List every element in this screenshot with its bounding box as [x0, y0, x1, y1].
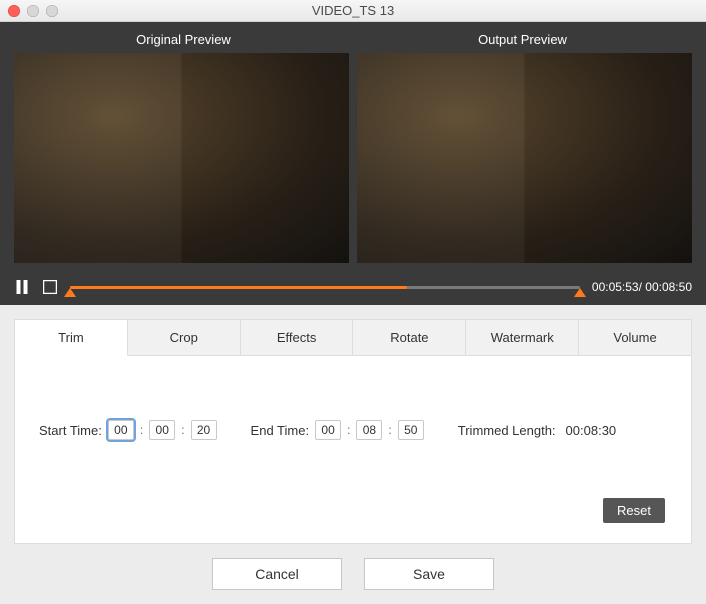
tab-effects[interactable]: Effects: [241, 320, 354, 355]
colon: :: [388, 423, 391, 437]
start-time-group: Start Time: : :: [39, 420, 217, 440]
dialog-buttons: Cancel Save: [0, 558, 706, 604]
minimize-window-button[interactable]: [27, 5, 39, 17]
zoom-window-button[interactable]: [46, 5, 58, 17]
start-hh-input[interactable]: [108, 420, 134, 440]
playback-timecode: 00:05:53/ 00:08:50: [592, 280, 692, 294]
end-ss-input[interactable]: [398, 420, 424, 440]
output-preview-video[interactable]: [357, 53, 692, 263]
original-preview-label: Original Preview: [14, 32, 353, 53]
original-preview-video[interactable]: [14, 53, 349, 263]
cancel-button[interactable]: Cancel: [212, 558, 342, 590]
slider-start-handle[interactable]: [64, 288, 76, 297]
trimmed-length-group: Trimmed Length: 00:08:30: [458, 423, 616, 438]
end-mm-input[interactable]: [356, 420, 382, 440]
trim-slider[interactable]: [70, 277, 580, 297]
tab-watermark[interactable]: Watermark: [466, 320, 579, 355]
window-controls: [0, 5, 58, 17]
window-title: VIDEO_TS 13: [0, 3, 706, 18]
end-time-label: End Time:: [251, 423, 310, 438]
tab-volume[interactable]: Volume: [579, 320, 691, 355]
window-titlebar: VIDEO_TS 13: [0, 0, 706, 22]
tab-trim[interactable]: Trim: [15, 320, 128, 356]
editor-tabs: TrimCropEffectsRotateWatermarkVolume: [15, 320, 691, 356]
end-hh-input[interactable]: [315, 420, 341, 440]
save-button[interactable]: Save: [364, 558, 494, 590]
start-ss-input[interactable]: [191, 420, 217, 440]
preview-area: Original Preview Output Preview 00:05:53…: [0, 22, 706, 305]
end-time-group: End Time: : :: [251, 420, 424, 440]
total-time: 00:08:50: [645, 280, 692, 294]
slider-progress: [70, 286, 407, 289]
editor-panel: TrimCropEffectsRotateWatermarkVolume Sta…: [14, 319, 692, 544]
pause-icon[interactable]: [14, 279, 30, 295]
tab-rotate[interactable]: Rotate: [353, 320, 466, 355]
start-mm-input[interactable]: [149, 420, 175, 440]
output-preview-label: Output Preview: [353, 32, 692, 53]
colon: :: [347, 423, 350, 437]
reset-button[interactable]: Reset: [603, 498, 665, 523]
slider-end-handle[interactable]: [574, 288, 586, 297]
trimmed-length-value: 00:08:30: [566, 423, 617, 438]
start-time-label: Start Time:: [39, 423, 102, 438]
trim-tab-body: Start Time: : : End Time: : : Trimmed Le…: [15, 356, 691, 543]
current-time: 00:05:53: [592, 280, 639, 294]
close-window-button[interactable]: [8, 5, 20, 17]
colon: :: [181, 423, 184, 437]
stop-icon[interactable]: [42, 279, 58, 295]
tab-crop[interactable]: Crop: [128, 320, 241, 355]
trimmed-length-label: Trimmed Length:: [458, 423, 556, 438]
colon: :: [140, 423, 143, 437]
